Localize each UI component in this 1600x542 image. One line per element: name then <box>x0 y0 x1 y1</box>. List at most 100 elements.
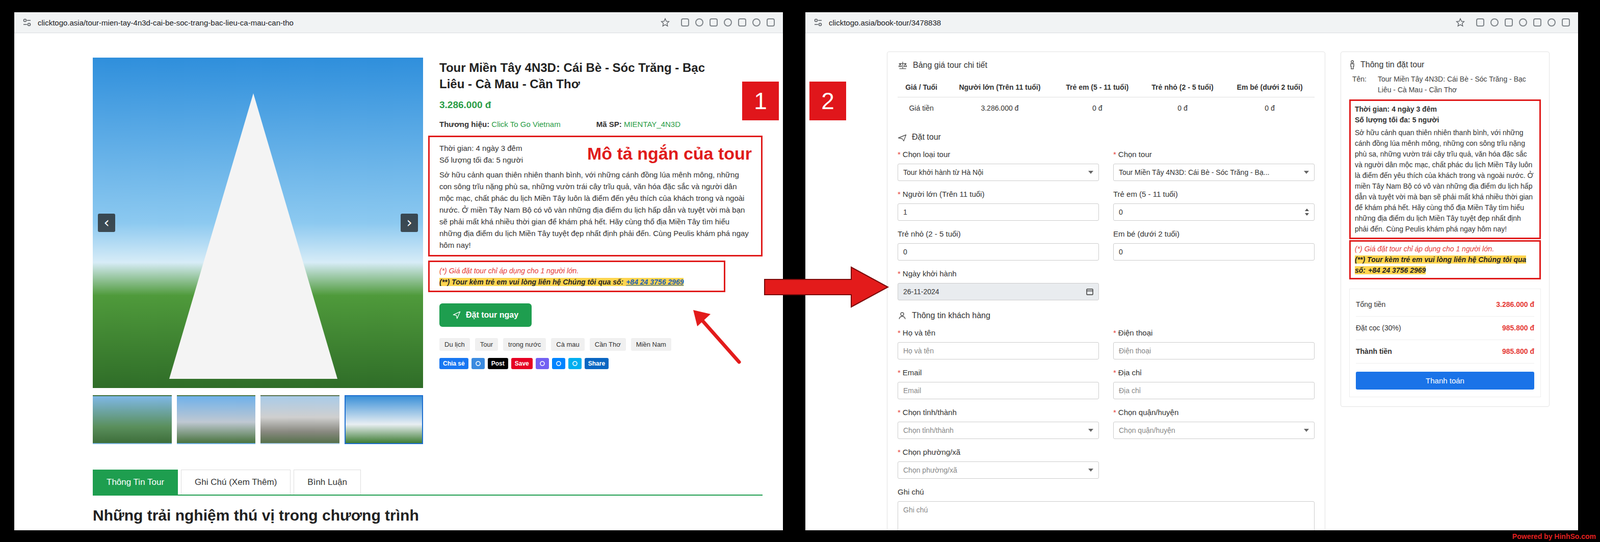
extension-icon[interactable] <box>1518 18 1528 27</box>
booking-title: Đặt tour <box>897 130 1315 144</box>
field-label: *Chọn loại tour <box>897 149 1099 160</box>
field-input[interactable]: Điện thoại <box>1113 342 1315 360</box>
field-input[interactable]: Tour Miền Tây 4N3D: Cái Bè - Sóc Trăng -… <box>1113 163 1315 181</box>
extension-bar <box>1476 18 1570 27</box>
price-table: Giá / TuổiNgười lớn (Trên 11 tuổi)Trẻ em… <box>897 77 1315 119</box>
share-button[interactable] <box>471 357 485 370</box>
price-note: (*) Giá đặt tour chỉ áp dụng cho 1 người… <box>439 265 715 277</box>
extension-icon[interactable] <box>1533 18 1542 27</box>
tag[interactable]: trong nước <box>503 337 546 351</box>
share-button[interactable] <box>535 357 549 370</box>
pay-button[interactable]: Thanh toán <box>1355 371 1535 390</box>
book-tour-button[interactable]: Đặt tour ngay <box>439 303 532 327</box>
field-input[interactable]: 0 <box>897 243 1099 261</box>
share-button[interactable] <box>552 357 566 370</box>
field-input[interactable]: Ghi chú <box>897 501 1315 531</box>
extension-icon[interactable] <box>766 18 775 27</box>
extension-icon[interactable] <box>1561 18 1570 27</box>
extension-icon[interactable] <box>680 18 690 27</box>
field-label: Trẻ nhỏ (2 - 5 tuổi) <box>897 228 1099 240</box>
pointer-arrow-icon <box>688 305 745 367</box>
tag[interactable]: Tour <box>475 337 498 351</box>
site-settings-icon[interactable] <box>813 17 823 28</box>
form-field: Trẻ em (5 - 11 tuổi)0 <box>1113 189 1315 221</box>
tab[interactable]: Ghi Chú (Xem Thêm) <box>180 469 291 495</box>
capacity: Số lượng tối đa: 5 người <box>1354 114 1536 126</box>
browser-toolbar: clicktogo.asia/tour-mien-tay-4n3d-cai-be… <box>14 12 783 34</box>
field-input[interactable]: Tour khởi hành từ Hà Nội <box>897 163 1099 181</box>
calendar-icon[interactable] <box>1086 287 1094 296</box>
tour-page: ‹›Tour Miền Tây 4N3D: Cái Bè - Sóc Trăng… <box>14 33 783 531</box>
field-input[interactable]: 0 <box>1113 243 1315 261</box>
next-button[interactable]: › <box>400 213 418 232</box>
extension-icon[interactable] <box>1476 18 1485 27</box>
thumbnail[interactable] <box>92 395 172 444</box>
bookmark-star-icon[interactable] <box>1455 17 1465 28</box>
field-input[interactable]: 26-11-2024 <box>897 282 1099 301</box>
booking-panel: Bảng giá tour chi tiếtGiá / TuổiNgười lớ… <box>886 51 1326 531</box>
share-icon <box>555 360 562 367</box>
site-settings-icon[interactable] <box>22 17 32 28</box>
thumbnail[interactable] <box>344 395 424 444</box>
tab[interactable]: Bình Luận <box>293 469 361 495</box>
share-button[interactable] <box>568 357 582 370</box>
address-bar[interactable]: clicktogo.asia/tour-mien-tay-4n3d-cai-be… <box>37 18 655 28</box>
duration: Thời gian: 4 ngày 3 đêm <box>1354 103 1536 115</box>
form-field: *Họ và tênHọ và tên <box>897 327 1099 360</box>
share-icon <box>539 360 546 367</box>
extension-icon[interactable] <box>1547 18 1556 27</box>
tag[interactable]: Miền Nam <box>631 337 672 351</box>
share-button[interactable]: Post <box>487 357 509 370</box>
field-input[interactable]: 0 <box>1113 203 1315 221</box>
share-bar: Chia sẻ PostSave Share <box>428 357 763 370</box>
booking-page: Bảng giá tour chi tiếtGiá / TuổiNgười lớ… <box>805 33 1579 531</box>
field-input[interactable]: Họ và tên <box>897 342 1099 360</box>
total-row: Thành tiền985.800 đ <box>1355 339 1535 364</box>
address-bar[interactable]: clicktogo.asia/book-tour/3478838 <box>828 18 1450 28</box>
field-input[interactable]: Chọn tỉnh/thành <box>897 421 1099 439</box>
prev-button[interactable]: ‹ <box>97 213 116 232</box>
column-header: Người lớn (Trên 11 tuổi) <box>945 77 1055 98</box>
tag[interactable]: Du lịch <box>439 337 470 351</box>
phone-link[interactable]: +84 24 3756 2969 <box>625 277 684 286</box>
step-badge: 2 <box>809 81 847 121</box>
thumbnail[interactable] <box>176 395 256 444</box>
extension-icon[interactable] <box>752 18 761 27</box>
field-input[interactable]: Chọn quận/huyện <box>1113 421 1315 439</box>
thumbnail[interactable] <box>260 395 340 444</box>
extension-icon[interactable] <box>1504 18 1513 27</box>
form-field: *EmailEmail <box>897 367 1099 400</box>
tour-name: Tên:Tour Miền Tây 4N3D: Cái Bè - Sóc Tră… <box>1352 73 1541 96</box>
extension-icon[interactable] <box>1490 18 1499 27</box>
extension-icon[interactable] <box>738 18 747 27</box>
browser-window: clicktogo.asia/book-tour/3478838 Bảng giá… <box>805 12 1579 531</box>
field-label: Ghi chú <box>897 486 1315 497</box>
form-field: *Chọn tỉnh/thànhChọn tỉnh/thành <box>897 407 1099 439</box>
extension-icon[interactable] <box>709 18 718 27</box>
table-cell: 0 đ <box>1224 97 1315 120</box>
field-input[interactable]: Địa chỉ <box>1113 381 1315 400</box>
tag[interactable]: Cần Thơ <box>589 337 626 351</box>
duration: Thời gian: 4 ngày 3 đêm <box>439 142 523 154</box>
extension-icon[interactable] <box>723 18 732 27</box>
share-button[interactable]: Share <box>584 357 609 370</box>
product-meta: Thương hiệu: Click To Go VietnamMã SP: M… <box>428 119 763 129</box>
field-input[interactable]: 1 <box>897 203 1099 221</box>
annotation-caption: Mô tả ngắn của tour <box>587 143 752 164</box>
dropdown-caret-icon <box>1088 170 1094 174</box>
tag[interactable]: Cà mau <box>551 337 585 351</box>
share-icon <box>475 360 482 367</box>
form-field: *Chọn quận/huyện Chọn quận/huyện <box>1113 407 1315 439</box>
spinner-icon[interactable] <box>1304 208 1309 216</box>
field-label: *Chọn quận/huyện <box>1113 407 1315 418</box>
field-input[interactable]: Email <box>897 381 1099 400</box>
form-field: *Chọn loại tour Tour khởi hành từ Hà Nội <box>897 149 1099 181</box>
form-field: *Người lớn (Trên 11 tuổi)1 <box>897 189 1099 221</box>
share-button[interactable]: Chia sẻ <box>439 357 469 370</box>
tab[interactable]: Thông Tin Tour <box>92 469 178 495</box>
field-input[interactable]: Chọn phường/xã <box>897 461 1099 479</box>
extension-icon[interactable] <box>695 18 704 27</box>
summary-description: Sở hữu cảnh quan thiên nhiên thanh bình,… <box>1354 127 1536 235</box>
share-button[interactable]: Save <box>511 357 533 370</box>
bookmark-star-icon[interactable] <box>660 17 670 28</box>
